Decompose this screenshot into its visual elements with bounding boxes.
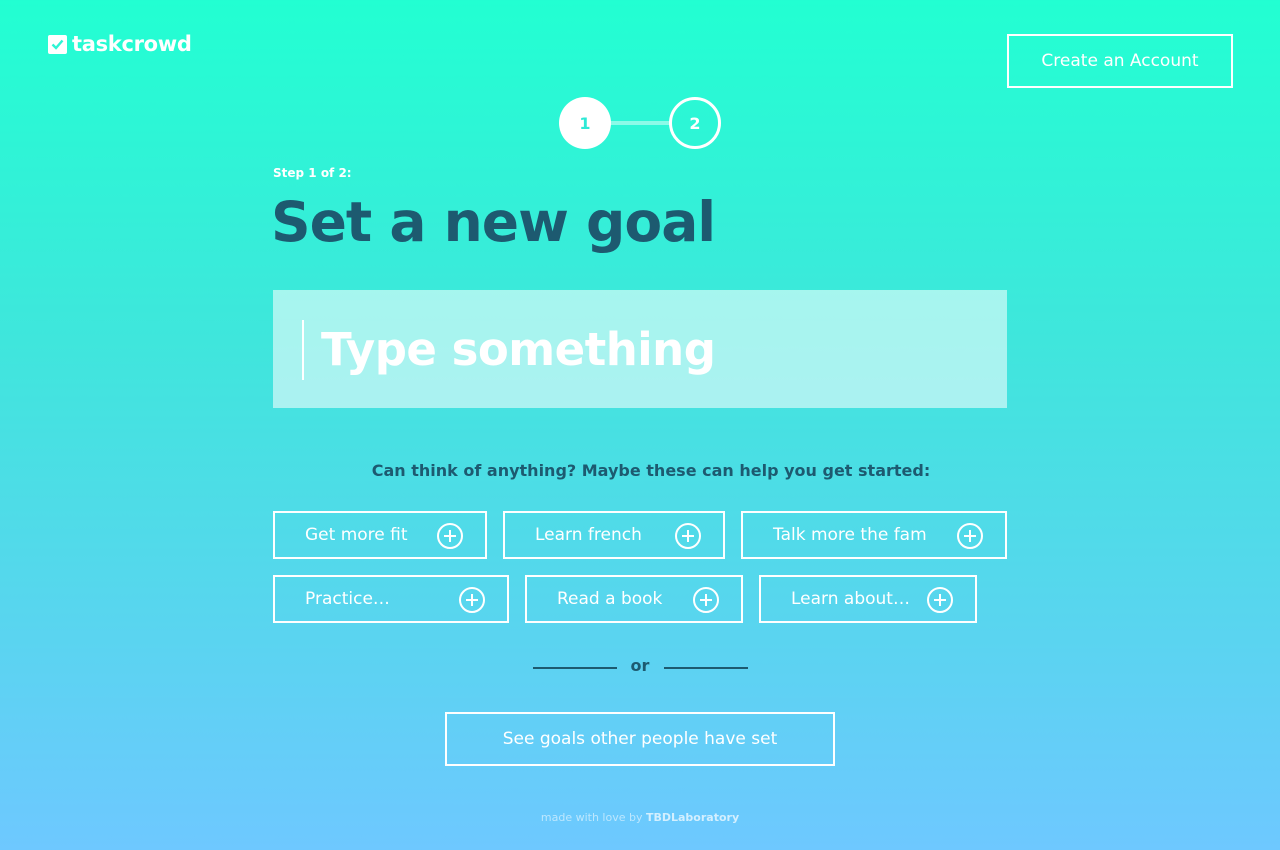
goal-input[interactable] [321,314,961,384]
suggestion-chip-talk-more-the-fam[interactable]: Talk more the fam [741,511,1007,559]
plus-circle-icon [437,523,463,549]
footer-credit: made with love by TBDLaboratory [0,811,1280,824]
plus-circle-icon [675,523,701,549]
suggestion-label: Practice… [305,589,390,609]
brand-name: taskcrowd [72,32,192,56]
suggestion-chip-get-more-fit[interactable]: Get more fit [273,511,487,559]
create-account-button[interactable]: Create an Account [1007,34,1233,88]
see-goals-button[interactable]: See goals other people have set [445,712,835,766]
goal-input-container[interactable] [273,290,1007,408]
stepper-connector [608,121,672,125]
plus-circle-icon [693,587,719,613]
plus-circle-icon [927,587,953,613]
step-2-indicator: 2 [669,97,721,149]
footer-credit-link[interactable]: TBDLaboratory [646,811,739,824]
suggestion-label: Read a book [557,589,663,609]
or-divider-text: or [630,656,650,675]
step-label: Step 1 of 2: [273,166,352,180]
divider-line-left [533,667,617,669]
page-title: Set a new goal [271,190,716,254]
suggestion-label: Get more fit [305,525,408,545]
suggestion-chip-learn-about[interactable]: Learn about… [759,575,977,623]
helper-text: Can think of anything? Maybe these can h… [371,461,931,480]
brand-logo[interactable]: taskcrowd [48,32,192,56]
suggestion-chip-learn-french[interactable]: Learn french [503,511,725,559]
suggestion-chip-read-a-book[interactable]: Read a book [525,575,743,623]
step-1-indicator: 1 [559,97,611,149]
check-icon [48,34,67,54]
suggestion-label: Learn about… [791,589,910,609]
suggestion-label: Learn french [535,525,642,545]
plus-circle-icon [459,587,485,613]
suggestion-chip-practice[interactable]: Practice… [273,575,509,623]
divider-line-right [664,667,748,669]
text-cursor [302,320,304,380]
suggestion-label: Talk more the fam [773,525,927,545]
plus-circle-icon [957,523,983,549]
footer-text: made with love by [540,811,643,824]
